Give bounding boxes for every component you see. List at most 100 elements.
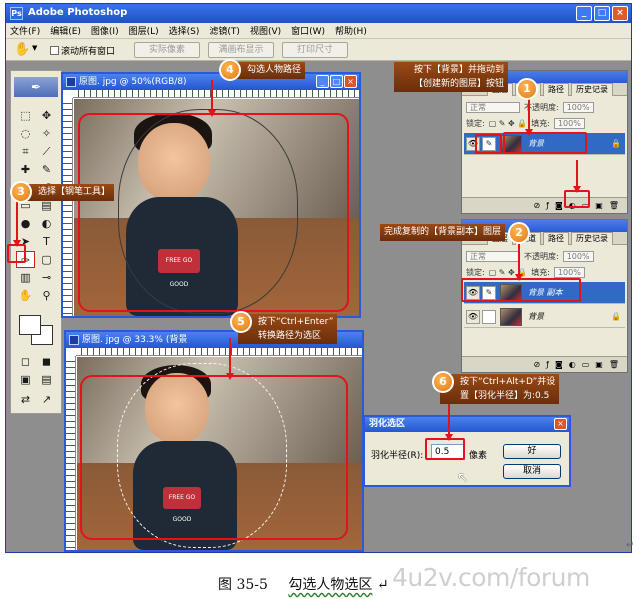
blend-mode-select[interactable]: 正常 — [466, 101, 520, 113]
crop-tool-icon[interactable]: ⌗ — [16, 143, 35, 160]
tab-history[interactable]: 历史记录 — [571, 232, 613, 245]
close-button[interactable]: × — [612, 6, 628, 21]
arrow-4-head — [208, 110, 216, 117]
layer-row-background[interactable]: 👁 背景 🔒 — [464, 306, 625, 328]
type-tool-icon[interactable]: T — [37, 233, 56, 250]
quick-mask-mode-icon[interactable]: ◼ — [37, 353, 56, 370]
zoom-tool-icon[interactable]: ⚲ — [37, 287, 56, 304]
ok-button[interactable]: 好 — [503, 444, 561, 459]
brush-tool-icon[interactable]: ✎ — [37, 161, 56, 178]
opacity-input[interactable]: 100% — [562, 250, 594, 262]
layer-thumbnail — [500, 307, 522, 326]
menu-file[interactable]: 文件(F) — [10, 24, 40, 37]
visibility-eye-icon[interactable]: 👁 — [466, 309, 480, 324]
panel-2-footer: ⊘ ƒ ◙ ◐ ▭ ▣ 🗑 — [462, 356, 627, 372]
cancel-button[interactable]: 取消 — [503, 464, 561, 479]
tab-paths[interactable]: 路径 — [543, 83, 569, 96]
callout-3: 3 选择【钢笔工具】 — [10, 181, 115, 203]
arrow-5-line — [229, 338, 231, 375]
shape-tool-icon[interactable]: ▢ — [37, 251, 56, 268]
menu-view[interactable]: 视图(V) — [250, 24, 281, 37]
create-new-layer-icon[interactable]: ▣ — [595, 201, 603, 210]
blur-tool-icon[interactable]: ● — [16, 215, 35, 232]
dodge-tool-icon[interactable]: ◐ — [37, 215, 56, 232]
fit-screen-button[interactable]: 满画布显示 — [208, 42, 274, 58]
scroll-all-windows-label: 滚动所有窗口 — [61, 47, 116, 57]
link-layers-icon[interactable]: ⊘ — [533, 360, 540, 369]
highlight-background-layer — [503, 132, 587, 154]
eyedropper-tool-icon[interactable]: ⊸ — [37, 269, 56, 286]
arrow-3-line — [16, 200, 18, 242]
layer-style-icon[interactable]: ƒ — [546, 360, 549, 369]
scroll-all-windows-option[interactable]: 滚动所有窗口 — [50, 44, 115, 57]
figure-caption: 图 35-5 勾选人物选区 ↵ — [218, 574, 389, 594]
menu-image[interactable]: 图像(I) — [91, 24, 119, 37]
marquee-tool-icon[interactable]: ⬚ — [16, 107, 35, 124]
document-icon — [69, 335, 79, 345]
full-screen-mode-icon[interactable]: ▤ — [37, 371, 56, 388]
minimize-button[interactable]: _ — [576, 6, 592, 21]
adjustment-layer-icon[interactable]: ◐ — [569, 360, 576, 369]
menu-layer[interactable]: 图层(L) — [129, 24, 159, 37]
new-group-icon[interactable]: ▭ — [582, 360, 590, 369]
arrow-2-head — [515, 274, 523, 281]
create-new-layer-icon[interactable]: ▣ — [595, 360, 603, 369]
move-tool-icon[interactable]: ✥ — [37, 107, 56, 124]
highlight-child-path-2 — [80, 375, 348, 540]
standard-mode-icon[interactable]: ◻ — [16, 353, 35, 370]
document-1-close-button[interactable]: × — [344, 75, 357, 88]
photoshop-feather-logo-icon[interactable]: ✒ — [14, 77, 58, 97]
jump-to-imageready-icon[interactable]: ⇄ — [16, 391, 35, 408]
opacity-input[interactable]: 100% — [562, 101, 594, 113]
add-mask-icon[interactable]: ◙ — [555, 201, 563, 210]
tab-paths[interactable]: 路径 — [543, 232, 569, 245]
notes-tool-icon[interactable]: ▥ — [16, 269, 35, 286]
fill-input[interactable]: 100% — [553, 117, 585, 129]
lock-label: 锁定: — [466, 267, 485, 277]
delete-layer-icon[interactable]: 🗑 — [609, 201, 619, 210]
hand-tool-icon[interactable]: ✋ — [14, 42, 30, 57]
standard-screen-mode-icon[interactable]: ▣ — [16, 371, 35, 388]
document-1-minimize-button[interactable]: _ — [316, 75, 329, 88]
magic-wand-tool-icon[interactable]: ✧ — [37, 125, 56, 142]
scroll-all-windows-checkbox[interactable] — [50, 46, 59, 55]
menu-window[interactable]: 窗口(W) — [291, 24, 325, 37]
document-1-maximize-button[interactable]: □ — [330, 75, 343, 88]
menu-filter[interactable]: 滤镜(T) — [209, 24, 240, 37]
link-layers-icon[interactable]: ⊘ — [533, 201, 540, 210]
horizontal-ruler — [73, 90, 359, 98]
slice-tool-icon[interactable]: ⟋ — [37, 143, 56, 160]
healing-brush-tool-icon[interactable]: ✚ — [16, 161, 35, 178]
dialog-close-button[interactable]: × — [554, 418, 567, 430]
lock-icons[interactable]: ▢ ✎ ✥ 🔒 — [489, 119, 528, 128]
brush-link-icon[interactable] — [482, 309, 496, 324]
highlight-child-path-1 — [78, 113, 349, 312]
step-badge-3: 3 — [10, 181, 32, 203]
color-swatches[interactable] — [19, 315, 57, 345]
fill-input[interactable]: 100% — [553, 266, 585, 278]
tool-preset-dropdown-icon[interactable]: ▼ — [32, 44, 37, 52]
callout-1-line2: 【创建新的图层】按钮 — [414, 79, 505, 89]
print-size-button[interactable]: 打印尺寸 — [282, 42, 348, 58]
menu-edit[interactable]: 编辑(E) — [50, 24, 81, 37]
horizontal-ruler — [76, 348, 362, 356]
foreground-color-swatch[interactable] — [19, 315, 41, 335]
callout-6-line1: 按下“Ctrl+Alt+D”并设 — [460, 377, 556, 387]
menu-select[interactable]: 选择(S) — [169, 24, 200, 37]
actual-pixels-button[interactable]: 实际像素 — [134, 42, 200, 58]
add-mask-icon[interactable]: ◙ — [555, 360, 563, 369]
imageready-icon[interactable]: ↗ — [37, 391, 56, 408]
hand-tool-icon[interactable]: ✋ — [16, 287, 35, 304]
lock-fill-row: 锁定: ▢ ✎ ✥ 🔒 填充: 100% — [466, 117, 623, 129]
delete-layer-icon[interactable]: 🗑 — [609, 360, 619, 369]
blend-mode-select[interactable]: 正常 — [466, 250, 520, 262]
callout-2: 完成复制的【背景副本】图层 — [380, 224, 506, 241]
layer-lock-icon: 🔒 — [611, 139, 621, 148]
tab-history[interactable]: 历史记录 — [571, 83, 613, 96]
maximize-button[interactable]: □ — [594, 6, 610, 21]
callout-1: 按下【背景】并拖动到 【创建新的图层】按钮 — [394, 62, 509, 92]
menu-help[interactable]: 帮助(H) — [335, 24, 367, 37]
lasso-tool-icon[interactable]: ◌ — [16, 125, 35, 142]
layer-lock-icon: 🔒 — [611, 312, 621, 321]
layer-style-icon[interactable]: ƒ — [546, 201, 549, 210]
